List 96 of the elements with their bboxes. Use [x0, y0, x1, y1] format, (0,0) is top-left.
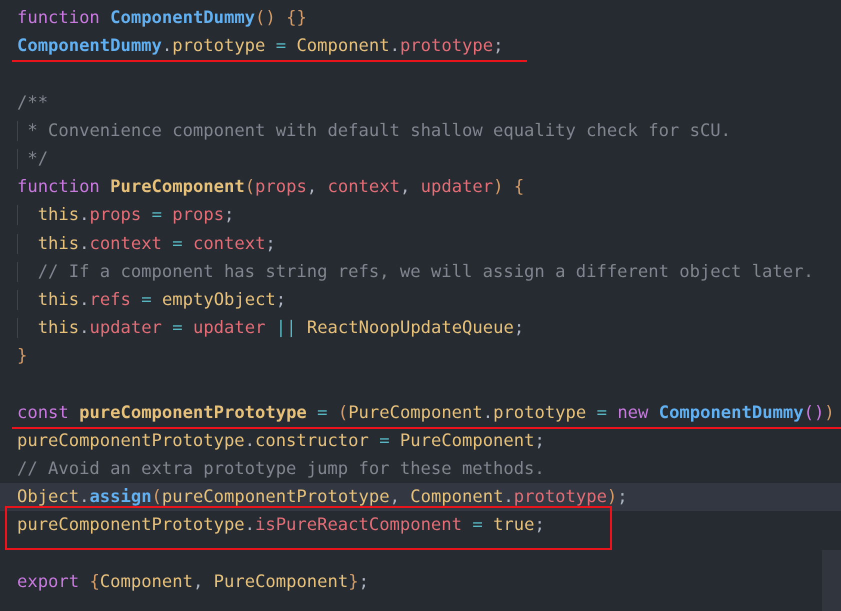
punctuation: ,: [390, 487, 400, 508]
identifier: prototype: [493, 402, 586, 423]
function-name: ComponentDummy: [110, 8, 256, 28]
punctuation: ,: [306, 177, 318, 198]
operator: =: [276, 36, 286, 56]
operator: ||: [276, 318, 296, 338]
property: updater: [420, 177, 494, 198]
identifier: pureComponentPrototype: [17, 430, 245, 451]
bracket: {: [514, 177, 524, 198]
punctuation: ,: [400, 177, 410, 198]
identifier: PureComponent: [348, 402, 483, 423]
comment: // If a component has string refs, we will assign a different object later.: [38, 262, 814, 282]
punctuation: .: [244, 515, 256, 536]
punctuation: .: [390, 36, 400, 56]
operator: =: [172, 318, 183, 338]
property: updater: [192, 318, 266, 338]
property: context: [328, 177, 400, 198]
comment: */: [27, 148, 48, 169]
punctuation: ,: [192, 572, 204, 592]
punctuation: ;: [493, 36, 504, 56]
identifier: Component: [410, 487, 504, 508]
identifier: PureComponent: [110, 177, 245, 198]
property: props: [255, 177, 307, 198]
identifier: ReactNoopUpdateQueue: [306, 318, 514, 338]
identifier: true: [493, 515, 534, 536]
bracket: {}: [286, 8, 307, 28]
property: isPureReactComponent: [255, 515, 462, 536]
bracket: {: [89, 572, 100, 592]
property: updater: [89, 318, 162, 338]
bracket: ): [824, 402, 835, 423]
punctuation: ;: [358, 572, 369, 592]
keyword: new: [617, 402, 648, 423]
bracket: (): [804, 402, 824, 423]
punctuation: ;: [514, 318, 524, 338]
keyword: function: [17, 8, 100, 28]
identifier: Component: [100, 572, 193, 592]
property: prototype: [514, 487, 607, 508]
function-name: assign: [89, 487, 152, 508]
comment: // Avoid an extra prototype jump for these methods.: [17, 459, 545, 479]
identifier: pureComponentPrototype: [17, 515, 245, 536]
identifier: this: [38, 318, 80, 338]
bracket: (: [244, 177, 256, 198]
punctuation: ;: [265, 234, 276, 254]
function-name: ComponentDummy: [658, 402, 804, 423]
identifier: this: [38, 290, 80, 310]
operator: =: [172, 234, 183, 254]
property: props: [89, 205, 142, 226]
punctuation: .: [162, 36, 172, 56]
keyword: function: [17, 177, 100, 198]
identifier: pureComponentPrototype: [162, 487, 390, 508]
punctuation: .: [79, 318, 90, 338]
property: prototype: [400, 36, 494, 56]
operator: =: [596, 402, 607, 423]
comment: * Convenience component with default shallow equality check for sCU.: [27, 120, 732, 141]
operator: =: [141, 290, 152, 310]
operator: =: [472, 515, 483, 536]
identifier: this: [38, 234, 80, 254]
punctuation: .: [482, 402, 494, 423]
bracket: ): [606, 487, 618, 508]
identifier: Component: [296, 36, 390, 56]
punctuation: ;: [617, 487, 628, 508]
punctuation: ;: [224, 205, 234, 226]
bracket: (: [338, 402, 348, 423]
property: context: [192, 234, 266, 254]
identifier: prototype: [172, 36, 266, 56]
identifier: PureComponent: [214, 572, 348, 592]
function-name: ComponentDummy: [17, 36, 162, 56]
keyword: export: [17, 572, 80, 592]
punctuation: ;: [276, 290, 286, 310]
punctuation: .: [503, 487, 514, 508]
identifier: emptyObject: [162, 290, 276, 310]
property: props: [172, 205, 224, 226]
bracket: (): [255, 8, 276, 28]
bracket: ): [493, 177, 504, 198]
identifier: pureComponentPrototype: [79, 402, 307, 423]
comment: /**: [17, 92, 48, 113]
identifier: PureComponent: [400, 430, 534, 451]
punctuation: .: [79, 205, 90, 226]
punctuation: .: [79, 234, 90, 254]
identifier: constructor: [255, 430, 369, 451]
bracket: (: [152, 487, 162, 508]
property: refs: [89, 290, 131, 310]
punctuation: ;: [534, 430, 545, 451]
keyword: const: [17, 402, 69, 423]
punctuation: .: [79, 290, 90, 310]
bracket: }: [348, 572, 359, 592]
property: context: [89, 234, 162, 254]
operator: =: [317, 402, 328, 423]
punctuation: ;: [534, 515, 545, 536]
punctuation: .: [79, 487, 90, 508]
identifier: this: [38, 205, 80, 226]
identifier: Object: [17, 487, 80, 508]
operator: =: [379, 430, 390, 451]
operator: =: [152, 205, 162, 226]
bracket: }: [17, 346, 28, 366]
punctuation: .: [244, 430, 256, 451]
